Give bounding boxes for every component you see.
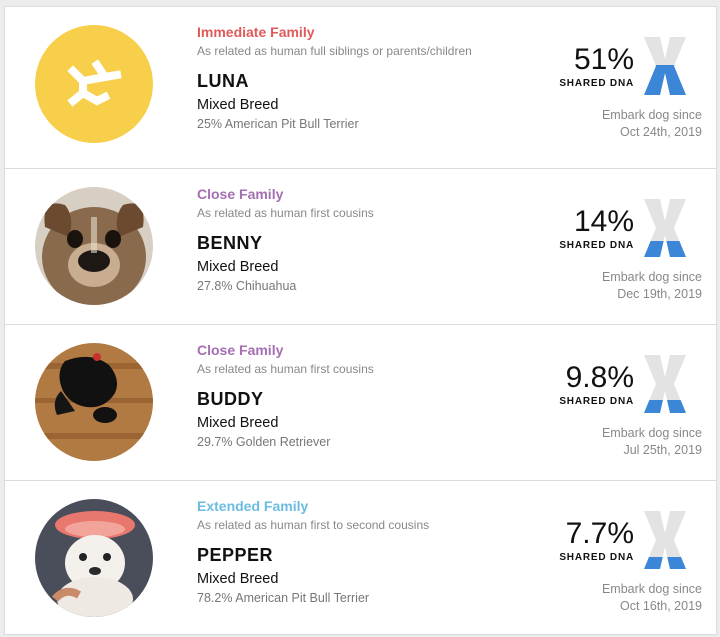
shared-dna-label: SHARED DNA	[559, 240, 634, 251]
ancestry: 27.8% Chihuahua	[197, 279, 297, 293]
shared-dna-label: SHARED DNA	[559, 396, 634, 407]
avatar[interactable]	[35, 343, 153, 461]
dog-photo	[35, 499, 153, 617]
breed: Mixed Breed	[197, 259, 279, 275]
since-date: Oct 24th, 2019	[619, 125, 702, 139]
dog-info: Immediate Family As related as human ful…	[197, 23, 557, 132]
relatives-list: Immediate Family As related as human ful…	[4, 6, 717, 635]
shared-dna-label: SHARED DNA	[559, 78, 634, 89]
avatar[interactable]	[35, 187, 153, 305]
embark-logo-icon	[67, 59, 122, 107]
breed: Mixed Breed	[197, 571, 279, 587]
family-label: Close Family	[197, 186, 284, 202]
breed: Mixed Breed	[197, 97, 279, 113]
ancestry: 29.7% Golden Retriever	[197, 435, 331, 449]
since-date: Dec 19th, 2019	[617, 287, 702, 301]
dog-photo	[35, 343, 153, 461]
dna-chromosome-icon	[644, 511, 686, 569]
since-date: Jul 25th, 2019	[623, 443, 702, 457]
ancestry: 25% American Pit Bull Terrier	[197, 117, 359, 131]
relation-text: As related as human first to second cous…	[197, 518, 430, 532]
dog-name[interactable]: LUNA	[197, 70, 557, 92]
dog-photo	[35, 187, 153, 305]
dna-summary: 14% SHARED DNA Embark dog since Dec 19th…	[552, 199, 702, 303]
since-label: Embark dog since	[601, 270, 702, 284]
dog-name[interactable]: BUDDY	[197, 388, 557, 410]
dog-info: Extended Family As related as human firs…	[197, 497, 557, 606]
shared-dna-percent: 9.8%	[565, 361, 634, 394]
relation-text: As related as human full siblings or par…	[197, 44, 472, 58]
dna-chromosome-icon	[644, 355, 686, 413]
dna-summary: 7.7% SHARED DNA Embark dog since Oct 16t…	[552, 511, 702, 615]
relative-card-luna[interactable]: Immediate Family As related as human ful…	[4, 6, 717, 169]
family-label: Close Family	[197, 342, 284, 358]
family-label: Immediate Family	[197, 24, 315, 40]
since-date: Oct 16th, 2019	[619, 599, 702, 613]
family-label: Extended Family	[197, 498, 309, 514]
dna-summary: 51% SHARED DNA Embark dog since Oct 24th…	[552, 37, 702, 141]
shared-dna-percent: 7.7%	[565, 517, 634, 550]
dna-summary: 9.8% SHARED DNA Embark dog since Jul 25t…	[552, 355, 702, 459]
relative-card-pepper[interactable]: Extended Family As related as human firs…	[4, 480, 717, 635]
shared-dna-label: SHARED DNA	[559, 552, 634, 563]
since-label: Embark dog since	[601, 108, 702, 122]
relative-card-benny[interactable]: Close Family As related as human first c…	[4, 168, 717, 325]
shared-dna-percent: 51%	[573, 43, 634, 76]
dna-chromosome-icon	[644, 37, 686, 95]
since-label: Embark dog since	[601, 582, 702, 596]
relation-text: As related as human first cousins	[197, 362, 374, 376]
relation-text: As related as human first cousins	[197, 206, 374, 220]
dog-name[interactable]: PEPPER	[197, 544, 557, 566]
avatar[interactable]	[35, 499, 153, 617]
relative-card-buddy[interactable]: Close Family As related as human first c…	[4, 324, 717, 481]
ancestry: 78.2% American Pit Bull Terrier	[197, 591, 370, 605]
shared-dna-percent: 14%	[573, 205, 634, 238]
dog-name[interactable]: BENNY	[197, 232, 557, 254]
breed: Mixed Breed	[197, 415, 279, 431]
dna-chromosome-icon	[644, 199, 686, 257]
since-label: Embark dog since	[601, 426, 702, 440]
dog-info: Close Family As related as human first c…	[197, 341, 557, 450]
dog-info: Close Family As related as human first c…	[197, 185, 557, 294]
avatar[interactable]	[35, 25, 153, 143]
